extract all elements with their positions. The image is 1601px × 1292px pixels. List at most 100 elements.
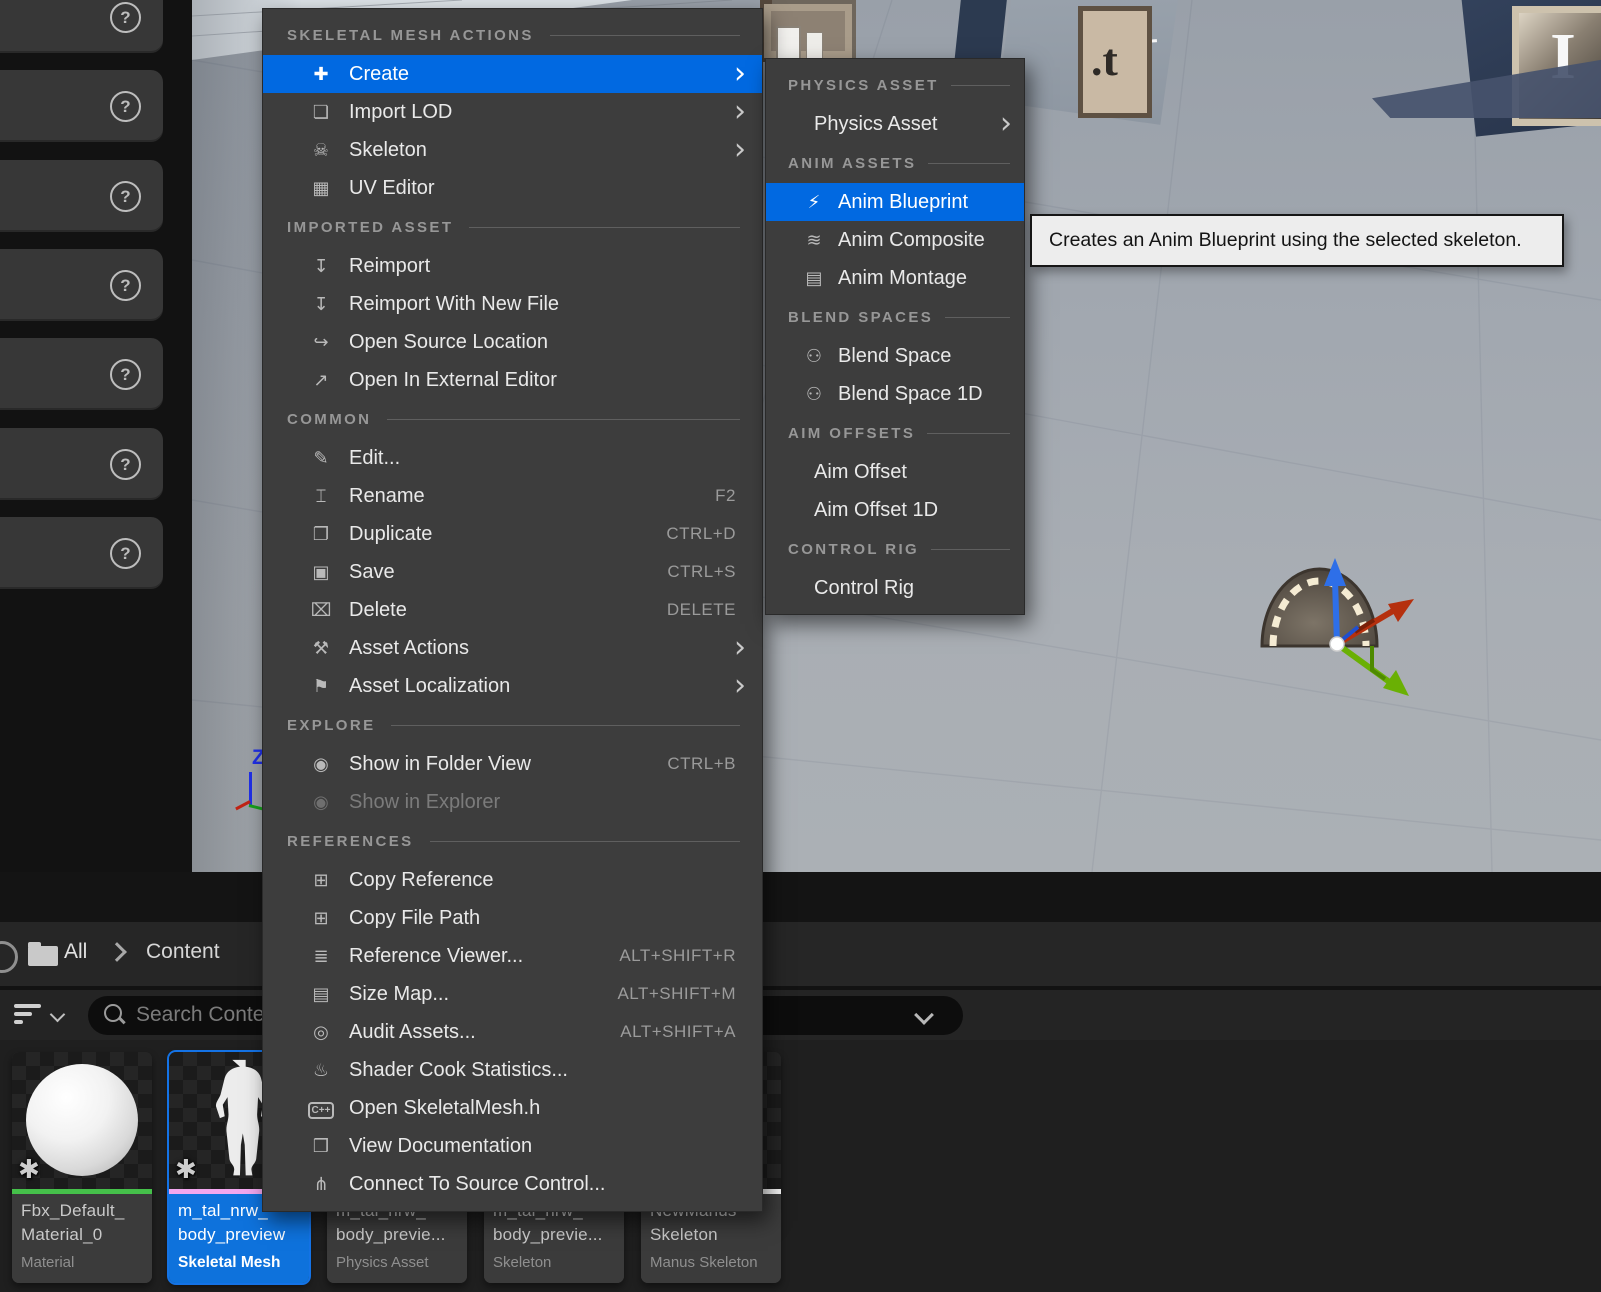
menu-item-create[interactable]: ✚Create› xyxy=(263,55,762,93)
breadcrumb-root[interactable]: All xyxy=(64,940,87,964)
content-browser-top-gap xyxy=(0,872,1601,922)
search-options-chevron-icon[interactable] xyxy=(914,1005,934,1025)
gizmo-z-axis-arrow[interactable] xyxy=(1335,580,1337,644)
collapsed-panel-card[interactable]: ? xyxy=(0,338,163,410)
asset-grid: ✱Fbx_Default_Material_0Material✱m_tal_nr… xyxy=(0,1040,1601,1292)
menu-item-label: Blend Space 1D xyxy=(838,383,983,406)
menu-item-anim-composite[interactable]: ≋Anim Composite xyxy=(766,221,1024,259)
breadcrumb-bar: All Content xyxy=(0,922,1601,986)
menu-item-reference-viewer[interactable]: ≣Reference Viewer...ALT+SHIFT+R xyxy=(263,937,762,975)
create-runner-plus-icon: ✚ xyxy=(305,64,337,85)
menu-item-label: Connect To Source Control... xyxy=(349,1173,605,1196)
menu-item-control-rig[interactable]: Control Rig xyxy=(766,569,1024,607)
help-question-icon[interactable]: ? xyxy=(110,2,141,33)
help-question-icon[interactable]: ? xyxy=(110,91,141,122)
menu-section-title: CONTROL RIG xyxy=(788,541,919,558)
menu-item-asset-localization[interactable]: ⚑Asset Localization› xyxy=(263,667,762,705)
open-external-editor-icon: ↗ xyxy=(305,370,337,391)
menu-item-shader-cook-statistics[interactable]: ♨Shader Cook Statistics... xyxy=(263,1051,762,1089)
menu-item-save[interactable]: ▣SaveCTRL+S xyxy=(263,553,762,591)
menu-item-show-in-explorer[interactable]: ◉ Show in Explorer xyxy=(263,783,762,821)
menu-item-open-source-location[interactable]: ↪Open Source Location xyxy=(263,323,762,361)
asset-type-label: Physics Asset xyxy=(336,1254,458,1271)
help-question-icon[interactable]: ? xyxy=(110,449,141,480)
asset-tile-fbx-default-material-0[interactable]: ✱Fbx_Default_Material_0Material xyxy=(12,1052,152,1283)
breadcrumb-current[interactable]: Content xyxy=(146,940,220,964)
menu-item-uv-editor[interactable]: ▦UV Editor xyxy=(263,169,762,207)
help-question-icon[interactable]: ? xyxy=(110,538,141,569)
gizmo-y-axis-arrow[interactable] xyxy=(1337,644,1395,686)
collapsed-panel-card[interactable]: ? xyxy=(0,70,163,142)
menu-item-anim-montage[interactable]: ▤Anim Montage xyxy=(766,259,1024,297)
show-in-explorer-icon: ◉ xyxy=(305,792,337,813)
menu-section-header-references: REFERENCES xyxy=(263,821,762,861)
section-divider-line xyxy=(391,725,740,726)
menu-item-edit[interactable]: ✎Edit... xyxy=(263,439,762,477)
gizmo-x-arrowhead[interactable] xyxy=(1388,599,1414,622)
asset-name: Fbx_Default_Material_0 xyxy=(21,1199,143,1247)
tooltip: Creates an Anim Blueprint using the sele… xyxy=(1030,214,1564,267)
menu-item-label: Open In External Editor xyxy=(349,369,557,392)
menu-section-header-control-rig: CONTROL RIG xyxy=(766,529,1024,569)
menu-item-aim-offset[interactable]: Aim Offset xyxy=(766,453,1024,491)
menu-item-open-in-external-editor[interactable]: ↗ Open In External Editor xyxy=(263,361,762,399)
collapsed-panel-card[interactable]: ? xyxy=(0,249,163,321)
menu-item-label: Open SkeletalMesh.h xyxy=(349,1097,540,1120)
menu-item-shortcut: F2 xyxy=(715,486,736,506)
collapsed-panel-card[interactable]: ? xyxy=(0,428,163,500)
breadcrumb-chevron-icon xyxy=(107,942,127,962)
menu-item-anim-blueprint[interactable]: ⚡Anim Blueprint xyxy=(766,183,1024,221)
menu-item-connect-to-source-control[interactable]: ⋔Connect To Source Control... xyxy=(263,1165,762,1203)
menu-item-skeleton[interactable]: ☠Skeleton› xyxy=(263,131,762,169)
unsaved-asterisk-icon: ✱ xyxy=(18,1155,40,1185)
menu-section-title: REFERENCES xyxy=(287,833,414,850)
menu-item-physics-asset[interactable]: Physics Asset› xyxy=(766,105,1024,143)
menu-item-label: View Documentation xyxy=(349,1135,532,1158)
reference-viewer-icon: ≣ xyxy=(305,946,337,967)
menu-section-title: PHYSICS ASSET xyxy=(788,77,939,94)
collapsed-panel-card[interactable]: ? xyxy=(0,0,163,53)
menu-item-duplicate[interactable]: ❐DuplicateCTRL+D xyxy=(263,515,762,553)
help-question-icon[interactable]: ? xyxy=(110,181,141,212)
menu-item-label: Shader Cook Statistics... xyxy=(349,1059,568,1082)
menu-item-open-skeletalmesh-h[interactable]: C++ Open SkeletalMesh.h xyxy=(263,1089,762,1127)
menu-item-reimport-with-new-file[interactable]: ↧Reimport With New File xyxy=(263,285,762,323)
menu-item-audit-assets[interactable]: ◎Audit Assets...ALT+SHIFT+A xyxy=(263,1013,762,1051)
unsaved-asterisk-icon: ✱ xyxy=(175,1155,197,1185)
menu-item-size-map[interactable]: ▤Size Map...ALT+SHIFT+M xyxy=(263,975,762,1013)
menu-item-label: Show in Explorer xyxy=(349,791,500,814)
menu-section-title: IMPORTED ASSET xyxy=(287,219,453,236)
menu-item-aim-offset-1d[interactable]: Aim Offset 1D xyxy=(766,491,1024,529)
help-question-icon[interactable]: ? xyxy=(110,270,141,301)
menu-item-view-documentation[interactable]: ❒View Documentation xyxy=(263,1127,762,1165)
menu-item-asset-actions[interactable]: ⚒Asset Actions› xyxy=(263,629,762,667)
cpp-header-icon: C++ xyxy=(305,1097,337,1119)
help-question-icon[interactable]: ? xyxy=(110,359,141,390)
menu-item-blend-space[interactable]: ⚇Blend Space xyxy=(766,337,1024,375)
collapsed-panel-card[interactable]: ? xyxy=(0,517,163,589)
menu-item-label: Anim Montage xyxy=(838,267,967,290)
gizmo-y-arrowhead[interactable] xyxy=(1383,670,1409,696)
menu-item-label: Reference Viewer... xyxy=(349,945,523,968)
collapsed-panel-card[interactable]: ? xyxy=(0,160,163,232)
menu-item-label: Copy Reference xyxy=(349,869,494,892)
menu-item-reimport[interactable]: ↧Reimport xyxy=(263,247,762,285)
menu-item-show-in-folder-view[interactable]: ◉Show in Folder ViewCTRL+B xyxy=(263,745,762,783)
asset-type-label: Skeleton xyxy=(493,1254,615,1271)
asset-type-label: Skeletal Mesh xyxy=(178,1254,300,1272)
menu-item-label: Copy File Path xyxy=(349,907,480,930)
search-icon xyxy=(104,1004,122,1022)
menu-item-delete[interactable]: ⌧DeleteDELETE xyxy=(263,591,762,629)
menu-item-rename[interactable]: ⌶RenameF2 xyxy=(263,477,762,515)
blend-space-icon: ⚇ xyxy=(800,346,828,367)
menu-item-copy-file-path[interactable]: ⊞Copy File Path xyxy=(263,899,762,937)
gizmo-origin[interactable] xyxy=(1330,637,1344,651)
menu-item-copy-reference[interactable]: ⊞Copy Reference xyxy=(263,861,762,899)
menu-item-blend-space-1d[interactable]: ⚇Blend Space 1D xyxy=(766,375,1024,413)
unreal-editor-window: YELL .t ED I xyxy=(0,0,1601,1292)
menu-item-import-lod[interactable]: ❏Import LOD› xyxy=(263,93,762,131)
filter-button[interactable] xyxy=(14,1002,74,1028)
search-placeholder: Search Content xyxy=(136,1003,282,1027)
reimport-icon: ↧ xyxy=(305,256,337,277)
menu-item-label: Edit... xyxy=(349,447,400,470)
